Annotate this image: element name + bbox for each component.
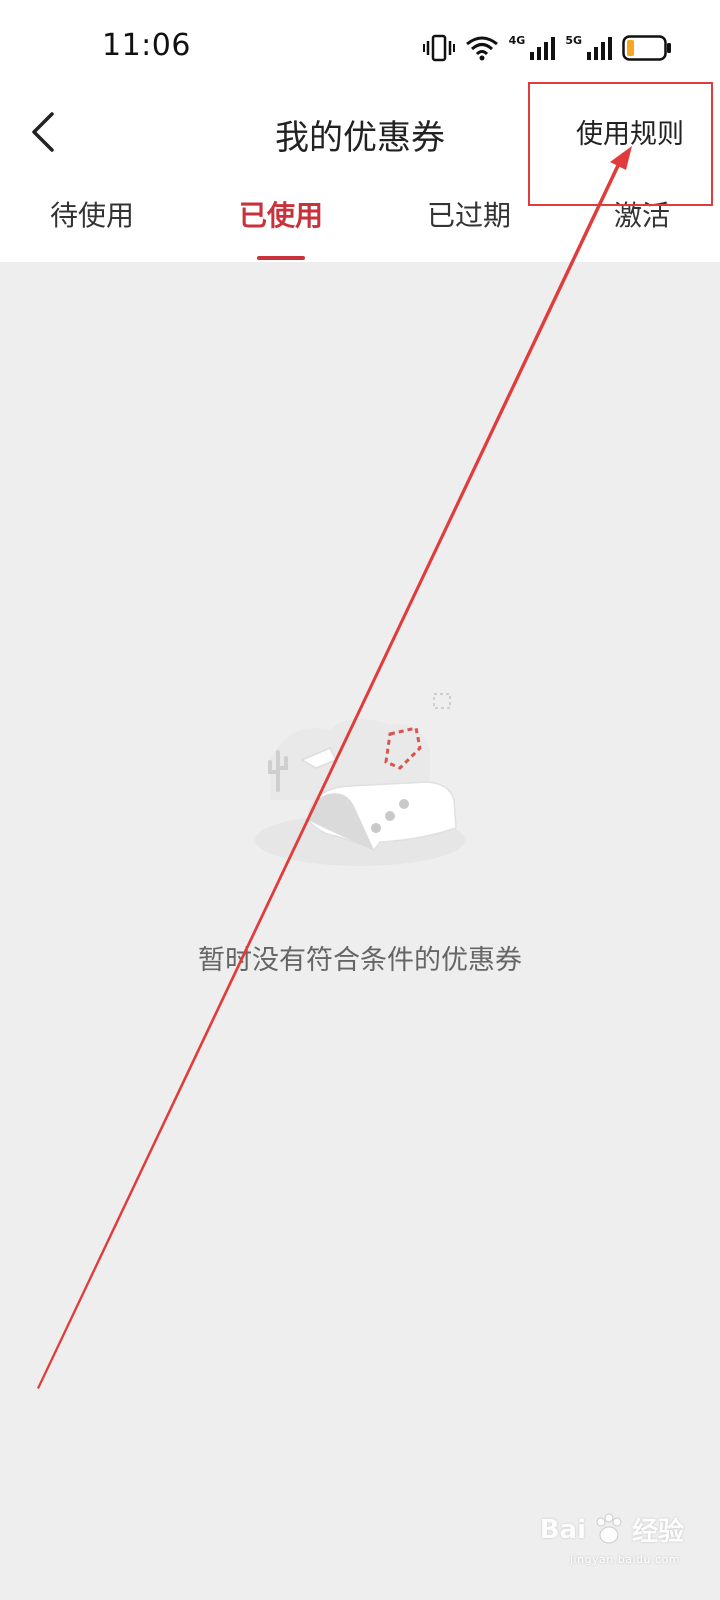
vibrate-icon bbox=[422, 34, 455, 62]
status-bar: 11:06 4G 5G bbox=[0, 0, 720, 90]
watermark-domain: jingyan.baidu.com bbox=[569, 1553, 680, 1566]
paw-icon bbox=[596, 1513, 622, 1543]
signal-4g-icon bbox=[530, 37, 556, 60]
active-tab-indicator bbox=[257, 256, 305, 260]
status-icons: 4G 5G bbox=[422, 32, 672, 64]
watermark-suffix: 经验 bbox=[631, 1517, 684, 1547]
signal-4g-label: 4G bbox=[508, 33, 526, 47]
signal-5g-label: 5G bbox=[565, 33, 582, 47]
annotation-highlight-box bbox=[528, 82, 713, 206]
battery-icon bbox=[622, 35, 671, 61]
watermark-brand: Bai bbox=[539, 1514, 586, 1545]
baidu-watermark: Bai 经验 bbox=[540, 1511, 684, 1548]
tab-expired[interactable]: 已过期 bbox=[399, 194, 539, 234]
empty-coupon-illustration bbox=[255, 693, 465, 866]
signal-5g-icon bbox=[587, 37, 612, 60]
tab-used[interactable]: 已使用 bbox=[211, 194, 351, 234]
empty-state-message: 暂时没有符合条件的优惠券 bbox=[198, 945, 522, 976]
wifi-icon bbox=[465, 36, 498, 61]
status-time: 11:06 bbox=[102, 28, 191, 63]
tab-unused[interactable]: 待使用 bbox=[22, 194, 162, 234]
